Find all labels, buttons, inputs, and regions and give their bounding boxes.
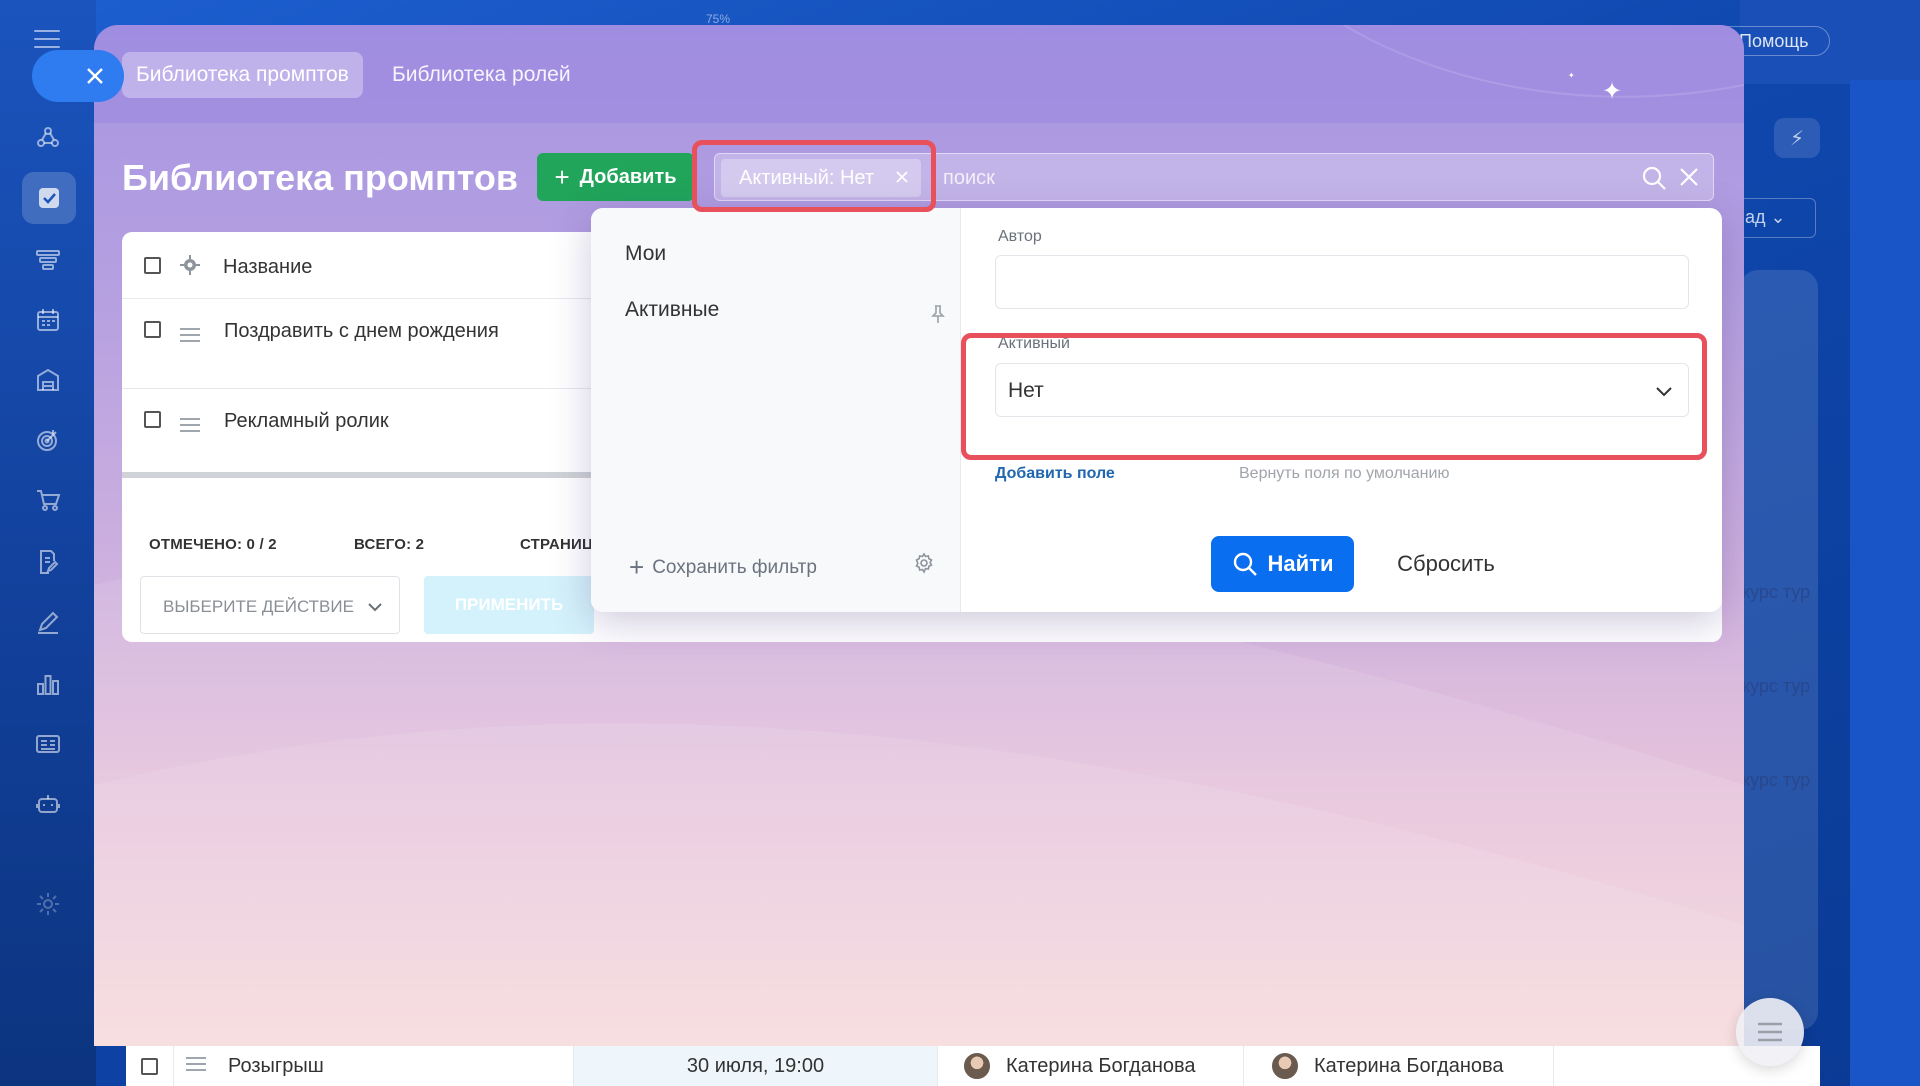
background-list-row[interactable]: Розыгрыш 30 июля, 19:00 Катерина Богдано… (126, 1046, 1820, 1086)
author-field[interactable] (995, 255, 1689, 309)
author-field-label: Автор (998, 228, 1042, 245)
filter-chip-label: Активный: Нет (739, 166, 875, 189)
add-field-link[interactable]: Добавить поле (995, 465, 1115, 483)
sparkle-icon: ✦ (1568, 71, 1575, 80)
drag-handle-icon[interactable] (180, 328, 200, 346)
total-label: ВСЕГО: (354, 536, 412, 553)
left-navigation-rail (0, 0, 96, 1086)
apply-button[interactable]: ПРИМЕНИТЬ (424, 576, 594, 634)
plus-icon: + (629, 552, 645, 582)
row-name[interactable]: Поздравить с днем рождения (224, 320, 499, 343)
select-all-checkbox[interactable] (144, 257, 161, 274)
page-title: Библиотека промптов (122, 157, 519, 198)
settings-icon[interactable] (28, 884, 68, 924)
background-text: курс тур (1742, 582, 1811, 602)
row-name-cell: Розыгрыш (174, 1046, 574, 1086)
plus-icon: + (554, 161, 570, 192)
prompt-library-modal: Библиотека промптов Библиотека ролей ✦ ✦… (94, 25, 1744, 1046)
network-icon[interactable] (28, 118, 68, 158)
close-icon[interactable] (893, 168, 911, 186)
search-icon[interactable] (1641, 165, 1667, 191)
avatar (1270, 1051, 1300, 1081)
row-name: Розыгрыш (228, 1054, 324, 1077)
row-checkbox[interactable] (144, 321, 161, 338)
doc-edit-icon[interactable] (28, 542, 68, 582)
preset-item-my[interactable]: Мои (625, 242, 666, 266)
search-input[interactable] (943, 159, 1643, 197)
chat-button[interactable] (1736, 998, 1804, 1066)
active-field-select[interactable]: Нет (995, 363, 1689, 417)
column-header-name[interactable]: Название (223, 256, 312, 279)
task-check-icon[interactable] (22, 172, 76, 224)
marked-counter: ОТМЕЧЕНО: 0 / 2 (149, 536, 277, 553)
burger-icon[interactable] (34, 30, 60, 48)
group-action-select[interactable]: ВЫБЕРИТЕ ДЕЙСТВИЕ (140, 576, 400, 634)
active-field-value: Нет (1008, 379, 1044, 402)
list-icon (1758, 1022, 1782, 1042)
total-value: 2 (415, 536, 425, 553)
bolt-icon[interactable]: ⚡ (1774, 118, 1820, 158)
calendar-icon[interactable] (28, 300, 68, 340)
id-card-icon[interactable] (28, 724, 68, 764)
restore-fields-link[interactable]: Вернуть поля по умолчанию (1239, 465, 1449, 483)
filter-presets: Мои Активные + Сохранить фильтр (591, 208, 961, 612)
close-icon (87, 68, 103, 84)
background-text: курс тур (1742, 770, 1811, 790)
bar-chart-icon[interactable] (28, 664, 68, 704)
row-checkbox[interactable] (144, 411, 161, 428)
row-date: 30 июля, 19:00 (686, 1054, 825, 1077)
find-button[interactable]: Найти (1211, 536, 1354, 592)
close-slider-button[interactable] (32, 50, 124, 102)
total-counter: ВСЕГО: 2 (354, 536, 424, 553)
chevron-down-icon (1656, 387, 1672, 397)
search-icon (1233, 552, 1257, 576)
gear-icon[interactable] (913, 552, 935, 574)
active-field-label: Активный (998, 335, 1070, 352)
target-icon[interactable] (28, 420, 68, 460)
pen-icon[interactable] (28, 602, 68, 642)
chevron-down-icon (368, 603, 382, 612)
filter-search-bar[interactable]: Активный: Нет (714, 153, 1714, 201)
row-checkbox[interactable] (141, 1057, 158, 1075)
gear-icon[interactable] (180, 255, 200, 275)
tab-prompt-library[interactable]: Библиотека промптов (122, 52, 363, 98)
filter-chip[interactable]: Активный: Нет (721, 159, 921, 197)
cart-icon[interactable] (28, 480, 68, 520)
pin-icon[interactable] (931, 304, 945, 324)
row-person-cell: Катерина Богданова (938, 1046, 1244, 1086)
preset-item-active[interactable]: Активные (625, 298, 719, 322)
zoom-indicator: 75% (706, 12, 731, 26)
row-person[interactable]: Катерина Богданова (1314, 1055, 1504, 1078)
right-strip (1850, 80, 1920, 1086)
background-dropdown-label: ад (1745, 207, 1766, 227)
background-text: курс тур (1742, 676, 1811, 696)
filter-popup: Мои Активные + Сохранить фильтр Автор Ак… (591, 208, 1722, 612)
add-button[interactable]: + Добавить (537, 153, 694, 201)
building-icon[interactable] (28, 360, 68, 400)
add-button-label: Добавить (579, 165, 677, 188)
reset-button[interactable]: Сбросить (1371, 536, 1521, 592)
row-date-cell: 30 июля, 19:00 (574, 1046, 938, 1086)
pages-label: СТРАНИЦ (520, 536, 594, 553)
save-filter-label: Сохранить фильтр (652, 556, 817, 578)
clear-icon[interactable] (1679, 167, 1699, 187)
avatar (962, 1051, 992, 1081)
tab-role-library[interactable]: Библиотека ролей (378, 52, 585, 98)
marked-label: ОТМЕЧЕНО: (149, 536, 243, 553)
funnel-icon[interactable] (28, 240, 68, 280)
background-right-panel (1740, 270, 1818, 1030)
drag-handle-icon[interactable] (186, 1057, 206, 1075)
group-action-label: ВЫБЕРИТЕ ДЕЙСТВИЕ (163, 597, 354, 616)
row-person[interactable]: Катерина Богданова (1006, 1055, 1196, 1078)
save-filter-button[interactable]: + Сохранить фильтр (629, 552, 817, 583)
drag-handle-icon[interactable] (180, 418, 200, 436)
sparkle-icon: ✦ (1602, 78, 1623, 105)
row-checkbox-cell (126, 1046, 174, 1086)
row-person-cell: Катерина Богданова (1244, 1046, 1554, 1086)
robot-icon[interactable] (28, 784, 68, 824)
find-button-label: Найти (1267, 551, 1334, 576)
marked-value: 0 / 2 (246, 536, 277, 553)
row-name[interactable]: Рекламный ролик (224, 410, 389, 433)
